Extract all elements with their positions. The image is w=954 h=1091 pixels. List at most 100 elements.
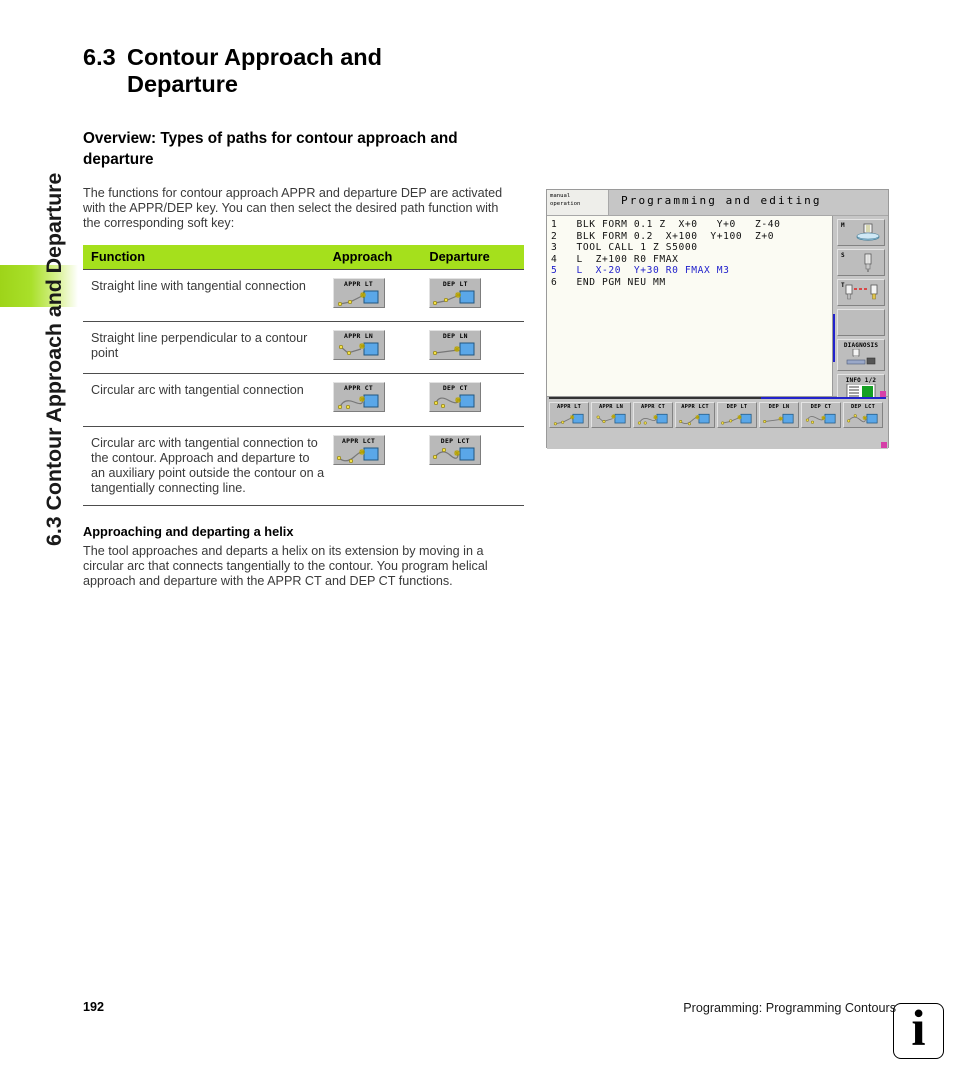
section-number: 6.3 (83, 44, 116, 70)
tnc-softkey[interactable]: APPR LT (549, 402, 589, 428)
row-approach-softkey[interactable]: APPR LN (332, 330, 385, 361)
diagnosis-icon (846, 349, 876, 365)
path-schematic-icon (847, 413, 878, 424)
tnc-status-label-info: INFO 1/2 (845, 377, 877, 384)
tool-change-icon (845, 284, 878, 300)
tnc-active-marker (833, 314, 835, 362)
row-icon-cell: DEP LN (425, 321, 524, 375)
column-header-approach: Approach (328, 245, 426, 270)
path-schematic-icon (433, 342, 475, 356)
table-header-row: Function Approach Departure (83, 245, 524, 270)
tnc-program-area[interactable]: 1 BLK FORM 0.1 Z X+0 Y+0 Z-40 2 BLK FORM … (547, 216, 888, 406)
footer-page-number: 192 (83, 1000, 105, 1014)
row-departure-softkey[interactable]: DEP LN (429, 330, 482, 361)
path-schematic-icon (596, 413, 626, 424)
table-body: Straight line with tangential connection… (83, 269, 524, 507)
table-row: Straight line perpendicular to a contour… (83, 321, 524, 375)
helix-heading: Approaching and departing a helix (83, 524, 294, 539)
path-schematic-icon (336, 447, 379, 463)
spindle-icon (856, 223, 880, 241)
tnc-program-listing: 1 BLK FORM 0.1 Z X+0 Y+0 Z-40 2 BLK FORM … (551, 219, 781, 289)
row-departure-softkey[interactable]: DEP LT (429, 278, 482, 308)
tnc-program-line: 5 L X-20 Y+30 R0 FMAX M3 (551, 265, 730, 277)
subsection-heading: Overview: Types of paths for contour app… (83, 130, 458, 168)
row-departure-softkey[interactable]: DEP CT (429, 382, 482, 413)
column-header-departure: Departure (425, 245, 524, 270)
row-icon-cell: DEP LCT (425, 426, 524, 507)
row-approach-softkey[interactable]: APPR LT (332, 278, 385, 308)
tnc-softkey[interactable]: APPR CT (633, 402, 673, 428)
tnc-title-bar: manual operation Programming and editing (547, 190, 888, 216)
tnc-softkey-row: APPR LT APPR LN APPR CT APPR LCT DEP LT DEP L… (549, 402, 883, 428)
tnc-program-line: 6 END PGM NEU MM (551, 276, 666, 288)
tnc-status-box-diagnosis[interactable]: DIAGNOSIS (837, 339, 885, 371)
tnc-status-box-t[interactable]: T (837, 279, 885, 306)
tnc-softkey-rule (549, 397, 886, 399)
row-approach-softkey[interactable]: APPR CT (332, 382, 385, 413)
tnc-softkey[interactable]: DEP LT (717, 402, 757, 428)
tnc-mode-line-2: operation (550, 200, 581, 207)
row-icon-cell: APPR LT (328, 269, 426, 323)
tnc-softkey[interactable]: DEP CT (801, 402, 841, 428)
table-row: Circular arc with tangential connection … (83, 426, 524, 507)
tnc-status-label-m: M (841, 222, 845, 229)
section-title-text: Contour Approach and Departure (127, 44, 383, 97)
path-schematic-icon (553, 413, 584, 426)
row-icon-cell: APPR LN (328, 321, 426, 375)
path-schematic-icon (433, 447, 475, 461)
tnc-softkey[interactable]: APPR LCT (675, 402, 715, 428)
row-approach-softkey[interactable]: APPR LCT (332, 434, 385, 465)
row-icon-cell: APPR CT (328, 373, 426, 427)
path-schematic-icon (434, 394, 475, 409)
tnc-mode-line-1: manual (550, 193, 571, 199)
tnc-status-box-s[interactable]: S (837, 249, 885, 276)
tnc-status-column: M S T DIAGNOSIS INFO 1/2 (832, 216, 888, 406)
path-schematic-icon (763, 413, 794, 424)
tnc-mode-tab[interactable]: manual operation (547, 190, 609, 215)
tool-icon (864, 253, 872, 272)
tnc-program-line: 2 BLK FORM 0.2 X+100 Y+100 Z+0 (551, 230, 775, 242)
path-schematic-icon (721, 413, 752, 425)
side-tab-rotation-wrapper: 6.3 Contour Approach and Departure (0, 0, 82, 560)
row-function-label: Circular arc with tangential connection (83, 373, 329, 427)
helix-paragraph: The tool approaches and departs a helix … (83, 544, 488, 589)
tnc-softkey[interactable]: DEP LN (759, 402, 799, 428)
tnc-softkey-active-indicator (761, 397, 886, 399)
tnc-program-line: 3 TOOL CALL 1 Z S5000 (551, 242, 698, 254)
info-icon: i (911, 1001, 926, 1057)
tnc-softkey[interactable]: APPR LN (591, 402, 631, 428)
page-title: 6.3 Contour Approach and Departure (83, 44, 523, 98)
tnc-softkey[interactable]: DEP LCT (843, 402, 883, 428)
path-schematic-icon (337, 394, 379, 410)
path-schematic-icon (338, 342, 379, 356)
tnc-status-label-s: S (841, 252, 845, 259)
row-departure-softkey[interactable]: DEP LCT (429, 434, 482, 465)
chapter-side-tab: 6.3 Contour Approach and Departure (0, 0, 82, 560)
tnc-title: Programming and editing (621, 194, 822, 207)
row-function-label: Circular arc with tangential connection … (83, 426, 329, 507)
path-schematic-icon (805, 413, 836, 424)
row-function-label: Straight line with tangential connection (83, 269, 329, 323)
intro-paragraph: The functions for contour approach APPR … (83, 186, 503, 231)
path-schematic-icon (337, 290, 379, 307)
column-header-function: Function (83, 245, 329, 270)
tnc-status-box-empty[interactable] (837, 309, 885, 336)
paths-table: Function Approach Departure Straight lin… (83, 245, 524, 507)
side-tab-label: 6.3 Contour Approach and Departure (42, 172, 66, 546)
path-schematic-icon (637, 413, 668, 425)
table-row: Circular arc with tangential connection A… (83, 373, 524, 427)
tnc-softkey-bar: APPR LT APPR LN APPR CT APPR LCT DEP LT DEP L… (547, 397, 888, 449)
footer-chapter-text: Programming: Programming Contours (683, 1001, 896, 1015)
tnc-status-box-m[interactable]: M (837, 219, 885, 246)
info-reference-box: i (893, 1001, 944, 1059)
path-schematic-icon (433, 290, 475, 306)
tnc-program-line: 4 L Z+100 R0 FMAX (551, 253, 679, 265)
tnc-status-label-diagnosis: DIAGNOSIS (843, 342, 879, 349)
row-function-label: Straight line perpendicular to a contour… (83, 321, 329, 375)
tnc-program-line: 1 BLK FORM 0.1 Z X+0 Y+0 Z-40 (551, 219, 781, 230)
path-schematic-icon (679, 413, 710, 426)
row-icon-cell: APPR LCT (328, 426, 426, 507)
row-icon-cell: DEP CT (425, 373, 524, 427)
table-row: Straight line with tangential connection… (83, 269, 524, 323)
tnc-control-screenshot: manual operation Programming and editing… (546, 189, 889, 449)
